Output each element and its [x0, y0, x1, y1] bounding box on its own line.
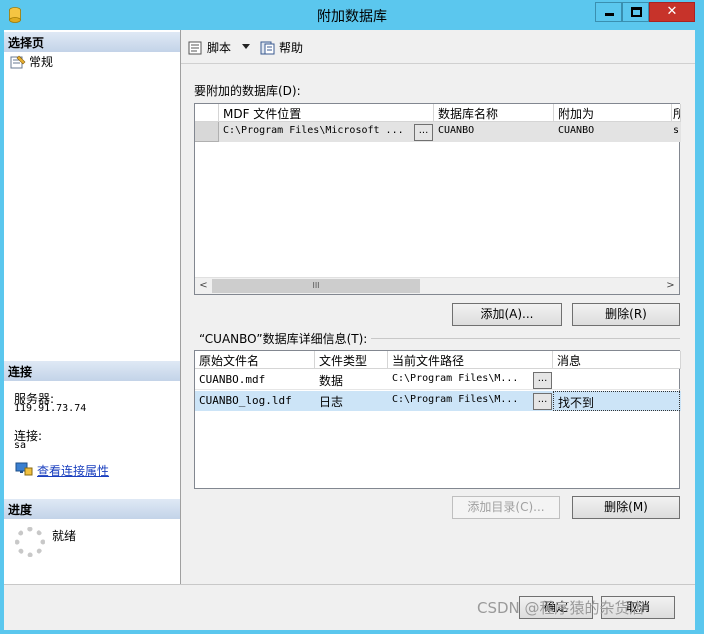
maximize-button[interactable] — [622, 2, 649, 22]
column-header-file-type[interactable]: 文件类型 — [315, 351, 388, 369]
column-header-original-file[interactable]: 原始文件名 — [195, 351, 315, 369]
connection-value: sa — [14, 440, 27, 451]
browse-path-button[interactable]: ... — [533, 393, 552, 410]
help-icon — [260, 41, 275, 54]
table-row[interactable]: C:\Program Files\Microsoft ... ... CUANB… — [195, 122, 681, 142]
dialog-body: 选择页 常规 连接 服务器: 119.91.73.74 连接: sa 查看连接属… — [4, 30, 695, 630]
cell-file-type[interactable]: 数据 — [315, 370, 388, 390]
watermark-text: CSDN @程序猿的杂货店 — [477, 599, 645, 617]
cell-db-name[interactable]: CUANBO — [434, 122, 554, 142]
page-item-label: 常规 — [29, 55, 54, 69]
progress-spinner-icon — [15, 527, 45, 557]
details-separator — [371, 338, 680, 339]
column-header-db-name[interactable]: 数据库名称 — [434, 104, 554, 122]
select-page-header: 选择页 — [4, 32, 180, 52]
script-dropdown-icon[interactable] — [242, 44, 250, 49]
view-connection-properties-link[interactable]: 查看连接属性 — [37, 462, 109, 479]
attach-databases-grid[interactable]: MDF 文件位置 数据库名称 附加为 所 C:\Program Files\Mi… — [194, 103, 681, 295]
script-button[interactable]: 脚本 — [188, 39, 231, 56]
close-button[interactable]: ✕ — [649, 2, 695, 22]
scroll-right-icon[interactable]: > — [662, 278, 679, 294]
add-catalog-button[interactable]: 添加目录(C)... — [452, 496, 560, 519]
row-header-corner — [195, 104, 219, 122]
remove-file-button[interactable]: 删除(M) — [572, 496, 680, 519]
cell-path[interactable]: C:\Program Files\M... — [388, 370, 533, 390]
column-header-message[interactable]: 消息 — [553, 351, 681, 369]
cell-message[interactable] — [553, 370, 681, 390]
remove-database-button[interactable]: 删除(R) — [572, 303, 680, 326]
horizontal-scrollbar[interactable]: < III > — [195, 277, 679, 294]
server-properties-icon — [15, 462, 33, 476]
title-bar[interactable]: 附加数据库 ✕ — [0, 0, 704, 30]
cell-file-type[interactable]: 日志 — [315, 391, 388, 411]
browse-path-button[interactable]: ... — [533, 372, 552, 389]
toolbar: 脚本 帮助 — [181, 30, 695, 64]
table-row[interactable]: CUANBO_log.ldf 日志 C:\Program Files\M... … — [195, 391, 681, 411]
minimize-icon — [605, 13, 614, 16]
browse-mdf-button[interactable]: ... — [414, 124, 433, 141]
connection-header: 连接 — [4, 361, 180, 381]
script-label: 脚本 — [207, 41, 232, 55]
cell-file-name[interactable]: CUANBO.mdf — [195, 370, 315, 390]
scroll-thumb[interactable]: III — [212, 279, 420, 293]
column-header-mdf-location[interactable]: MDF 文件位置 — [219, 104, 434, 122]
column-header-current-path[interactable]: 当前文件路径 — [388, 351, 553, 369]
table-row[interactable]: CUANBO.mdf 数据 C:\Program Files\M... ... — [195, 370, 681, 390]
column-header-owner[interactable]: 所 — [672, 104, 681, 122]
left-pane: 选择页 常规 连接 服务器: 119.91.73.74 连接: sa 查看连接属… — [4, 30, 181, 584]
cell-mdf-location[interactable]: C:\Program Files\Microsoft ... — [219, 122, 414, 142]
server-value: 119.91.73.74 — [14, 403, 87, 414]
progress-status: 就绪 — [52, 529, 77, 543]
maximize-icon — [631, 7, 642, 17]
properties-page-icon — [10, 55, 26, 68]
cell-owner[interactable]: s — [672, 122, 681, 142]
column-header-attach-as[interactable]: 附加为 — [554, 104, 672, 122]
page-item-general[interactable]: 常规 — [10, 53, 53, 70]
attach-database-window: 附加数据库 ✕ 选择页 常规 连接 服务器: 119.91.73.74 连接: … — [0, 0, 704, 634]
cell-file-name[interactable]: CUANBO_log.ldf — [195, 391, 315, 411]
cell-attach-as[interactable]: CUANBO — [554, 122, 672, 142]
add-database-button[interactable]: 添加(A)... — [452, 303, 562, 326]
cell-message[interactable]: 找不到 — [553, 391, 680, 411]
minimize-button[interactable] — [595, 2, 622, 22]
help-label: 帮助 — [279, 41, 304, 55]
database-details-grid[interactable]: 原始文件名 文件类型 当前文件路径 消息 CUANBO.mdf 数据 C:\Pr… — [194, 350, 681, 489]
script-icon — [188, 41, 202, 54]
right-pane: 脚本 帮助 要附加的数据库(D): MDF 文件位置 数据库名称 附加为 C:\… — [181, 30, 695, 584]
cell-path[interactable]: C:\Program Files\M... — [388, 391, 533, 411]
attach-section-label: 要附加的数据库(D): — [194, 84, 301, 98]
details-section-label: “CUANBO”数据库详细信息(T): — [199, 332, 368, 346]
progress-header: 进度 — [4, 499, 180, 519]
help-button[interactable]: 帮助 — [260, 39, 303, 56]
scroll-left-icon[interactable]: < — [195, 278, 212, 294]
close-icon: ✕ — [666, 4, 678, 19]
row-selector[interactable] — [195, 122, 219, 142]
